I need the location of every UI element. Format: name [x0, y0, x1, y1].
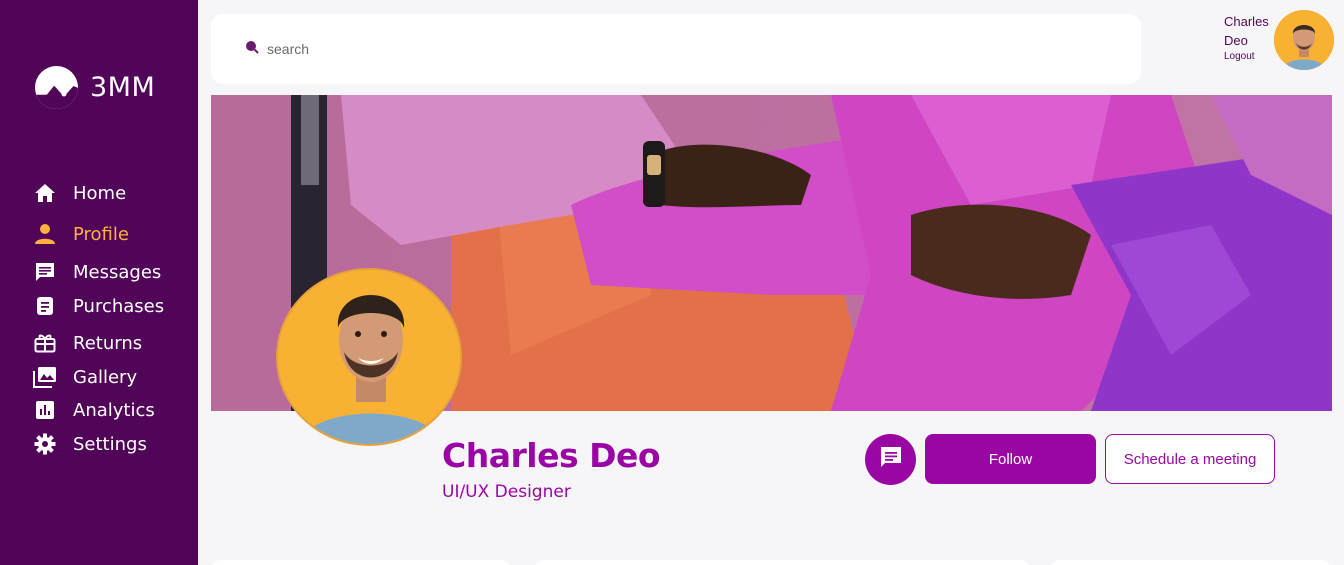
user-first-name: Charles	[1224, 14, 1269, 29]
photo-library-icon	[33, 365, 57, 389]
bar-chart-icon	[33, 398, 57, 422]
schedule-meeting-button[interactable]: Schedule a meeting	[1105, 434, 1275, 484]
gift-icon	[33, 331, 57, 355]
search-icon	[245, 40, 259, 59]
sidebar: 3MM Home Profile Messages Purchases Retu…	[0, 0, 198, 565]
brand-logo[interactable]: 3MM	[35, 66, 155, 109]
content-card	[1050, 560, 1332, 565]
sidebar-item-messages[interactable]: Messages	[33, 259, 161, 285]
sidebar-item-label: Returns	[73, 332, 143, 354]
message-icon	[33, 260, 57, 284]
follow-button[interactable]: Follow	[925, 434, 1096, 484]
brand-name: 3MM	[90, 72, 156, 103]
person-icon	[33, 222, 57, 246]
sidebar-item-label: Settings	[73, 433, 147, 455]
profile-avatar	[276, 268, 462, 446]
user-last-name: Deo	[1224, 33, 1248, 48]
search-input[interactable]	[267, 41, 867, 57]
logout-link[interactable]: Logout	[1224, 50, 1269, 64]
gear-icon	[33, 432, 57, 456]
sidebar-item-profile[interactable]: Profile	[33, 221, 129, 247]
sidebar-item-gallery[interactable]: Gallery	[33, 364, 137, 390]
logo-mark-icon	[35, 66, 78, 109]
profile-role: UI/UX Designer	[442, 482, 571, 502]
sidebar-item-home[interactable]: Home	[33, 180, 126, 206]
home-icon	[33, 181, 57, 205]
sidebar-item-analytics[interactable]: Analytics	[33, 397, 155, 423]
sidebar-item-label: Profile	[73, 223, 129, 245]
receipt-icon	[33, 294, 57, 318]
sidebar-item-label: Messages	[73, 261, 162, 283]
sidebar-item-label: Purchases	[73, 295, 165, 317]
sidebar-item-label: Gallery	[73, 366, 138, 388]
sidebar-item-settings[interactable]: Settings	[33, 431, 147, 457]
search-bar	[211, 14, 1141, 84]
content-card	[211, 560, 511, 565]
message-button[interactable]	[865, 434, 916, 485]
profile-name: Charles Deo	[442, 436, 661, 475]
chat-icon	[879, 445, 903, 474]
sidebar-item-purchases[interactable]: Purchases	[33, 293, 164, 319]
sidebar-item-returns[interactable]: Returns	[33, 330, 142, 356]
sidebar-item-label: Analytics	[73, 399, 155, 421]
content-card	[534, 560, 1030, 565]
avatar[interactable]	[1274, 10, 1334, 70]
user-menu: Charles Deo Logout	[1224, 12, 1269, 64]
sidebar-item-label: Home	[73, 182, 127, 204]
